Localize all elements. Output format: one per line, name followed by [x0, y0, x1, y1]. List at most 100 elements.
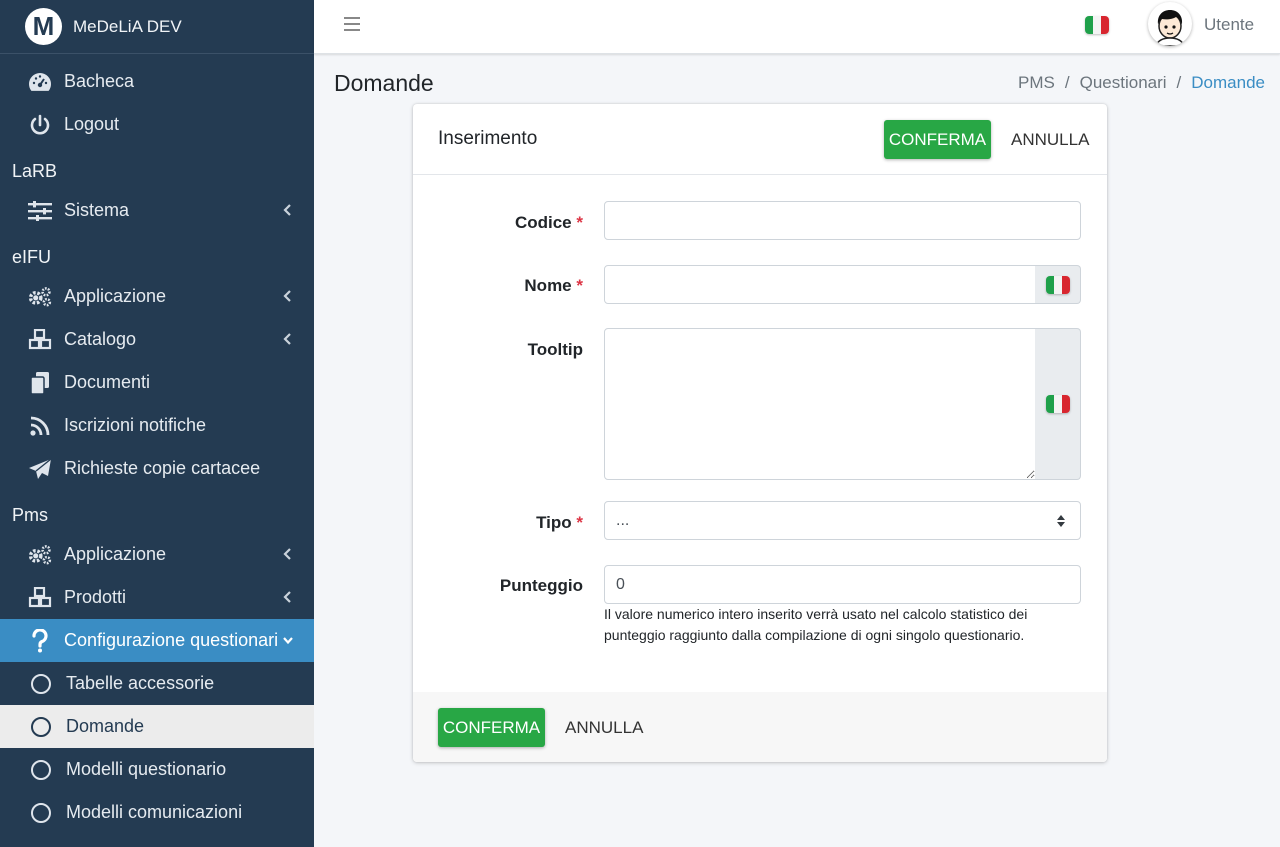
cubes-icon — [28, 586, 52, 610]
brand[interactable]: M MeDeLiA DEV — [0, 0, 314, 54]
sidebar-item-logout[interactable]: Logout — [0, 103, 314, 146]
avatar[interactable] — [1148, 2, 1192, 46]
sidebar-subitem-tabelle-accessorie[interactable]: Tabelle accessorie — [0, 662, 314, 705]
sidebar-subitem-modelli-questionario[interactable]: Modelli questionario — [0, 748, 314, 791]
chevron-down-icon — [283, 637, 293, 645]
topbar: Utente — [314, 0, 1280, 54]
sidebar-item-label: Iscrizioni notifiche — [64, 415, 207, 435]
tooltip-language-addon[interactable] — [1035, 328, 1081, 480]
punteggio-label-text: Punteggio — [499, 576, 583, 595]
italy-flag-icon — [1045, 275, 1070, 294]
gears-icon — [28, 285, 52, 309]
nome-language-addon[interactable] — [1035, 265, 1081, 304]
codice-input[interactable] — [604, 201, 1081, 240]
sidebar-item-label: Richieste copie cartacee — [64, 458, 261, 478]
sidebar-item-bacheca[interactable]: Bacheca — [0, 60, 314, 103]
confirm-button-bottom[interactable]: CONFERMA — [438, 708, 545, 747]
copy-icon — [28, 371, 52, 395]
required-mark: * — [576, 276, 583, 295]
chevron-left-icon — [283, 290, 291, 302]
sidebar-item-documenti[interactable]: Documenti — [0, 361, 314, 404]
breadcrumb-separator: / — [1176, 73, 1182, 92]
confirm-button-top[interactable]: CONFERMA — [884, 120, 991, 159]
sidebar-item-catalogo[interactable]: Catalogo — [0, 318, 314, 361]
tipo-select[interactable]: ... — [604, 501, 1081, 540]
sidebar-item-label: Modelli comunicazioni — [66, 802, 243, 822]
sidebar-item-applicazione-eifu[interactable]: Applicazione — [0, 275, 314, 318]
tipo-label: Tipo * — [423, 513, 583, 533]
rss-icon — [28, 414, 52, 438]
user-name[interactable]: Utente — [1204, 15, 1254, 35]
nome-label-text: Nome — [524, 276, 572, 295]
cancel-button-bottom[interactable]: ANNULLA — [565, 718, 643, 738]
card-title: Inserimento — [438, 128, 538, 149]
sidebar-item-label: Catalogo — [64, 329, 137, 349]
gears-icon — [28, 543, 52, 567]
brand-name: MeDeLiA DEV — [73, 16, 182, 36]
sidebar-item-label: Domande — [66, 716, 145, 736]
chevron-left-icon — [283, 591, 291, 603]
sidebar-item-iscrizioni-notifiche[interactable]: Iscrizioni notifiche — [0, 404, 314, 447]
sidebar-subitem-domande[interactable]: Domande — [0, 705, 314, 748]
cubes-icon — [28, 328, 52, 352]
circle-icon — [29, 758, 53, 782]
sidebar-item-sistema[interactable]: Sistema — [0, 189, 314, 232]
breadcrumb-separator: / — [1064, 73, 1070, 92]
required-mark: * — [576, 513, 583, 532]
dashboard-icon — [28, 70, 52, 94]
sidebar-item-richieste-copie-cartacee[interactable]: Richieste copie cartacee — [0, 447, 314, 490]
sidebar-item-label: Applicazione — [64, 286, 167, 306]
nome-input[interactable] — [604, 265, 1036, 304]
nome-label: Nome * — [423, 276, 583, 296]
chevron-left-icon — [283, 548, 291, 560]
chevron-left-icon — [283, 333, 291, 345]
card-header: Inserimento CONFERMA ANNULLA — [413, 104, 1107, 175]
breadcrumb-item-pms[interactable]: PMS — [1018, 73, 1055, 93]
tipo-selected-value: ... — [616, 511, 630, 529]
sidebar-item-label: Prodotti — [64, 587, 127, 607]
punteggio-label: Punteggio — [423, 576, 583, 596]
sidebar-item-applicazione-pms[interactable]: Applicazione — [0, 533, 314, 576]
chevron-left-icon — [283, 204, 291, 216]
sidebar-section-header: eIFU — [12, 247, 52, 267]
tooltip-label-text: Tooltip — [527, 340, 583, 359]
required-mark: * — [576, 213, 583, 232]
italy-flag-icon[interactable] — [1085, 16, 1109, 34]
sidebar-item-label: Sistema — [64, 200, 130, 220]
sidebar-section-header: Pms — [12, 505, 48, 525]
sidebar-item-label: Applicazione — [64, 544, 167, 564]
tooltip-textarea[interactable] — [604, 328, 1036, 480]
sidebar-item-label: Bacheca — [64, 71, 135, 91]
card-footer: CONFERMA ANNULLA — [413, 692, 1107, 762]
sidebar-item-configurazione-questionari[interactable]: Configurazione questionari — [0, 619, 314, 662]
sidebar-item-prodotti[interactable]: Prodotti — [0, 576, 314, 619]
sidebar: M MeDeLiA DEV Bacheca Logout LaRB Sistem… — [0, 0, 314, 847]
sidebar-subitem-modelli-comunicazioni[interactable]: Modelli comunicazioni — [0, 791, 314, 834]
select-arrows-icon — [1057, 515, 1065, 527]
sidebar-item-label: Tabelle accessorie — [66, 673, 215, 693]
sidebar-item-label: Modelli questionario — [66, 759, 227, 779]
punteggio-input[interactable] — [604, 565, 1081, 604]
sidebar-item-label: Logout — [64, 114, 120, 134]
cancel-button-top[interactable]: ANNULLA — [1011, 130, 1089, 150]
breadcrumb-item-questionari[interactable]: Questionari — [1080, 73, 1167, 93]
sidebar-item-label: Documenti — [64, 372, 151, 392]
breadcrumb: PMS / Questionari / Domande — [1018, 73, 1265, 93]
sidebar-section-header: LaRB — [12, 161, 58, 181]
sidebar-nav: Bacheca Logout LaRB Sistema eIFU Applica… — [0, 60, 314, 834]
breadcrumb-item-domande: Domande — [1191, 73, 1265, 92]
codice-label-text: Codice — [514, 213, 572, 232]
menu-toggle-icon[interactable] — [344, 17, 360, 31]
sliders-icon — [28, 199, 52, 223]
codice-label: Codice * — [423, 213, 583, 233]
sidebar-item-label: Configurazione questionari — [64, 630, 279, 650]
page-title: Domande — [334, 70, 434, 96]
punteggio-help-text: Il valore numerico intero inserito verrà… — [604, 606, 1028, 643]
circle-icon — [29, 801, 53, 825]
paper-plane-icon — [28, 457, 52, 481]
italy-flag-icon — [1045, 395, 1070, 413]
insert-card: Inserimento CONFERMA ANNULLA Codice * No… — [413, 104, 1107, 762]
circle-icon — [29, 672, 53, 696]
tipo-label-text: Tipo — [536, 513, 572, 532]
circle-icon — [29, 715, 53, 739]
